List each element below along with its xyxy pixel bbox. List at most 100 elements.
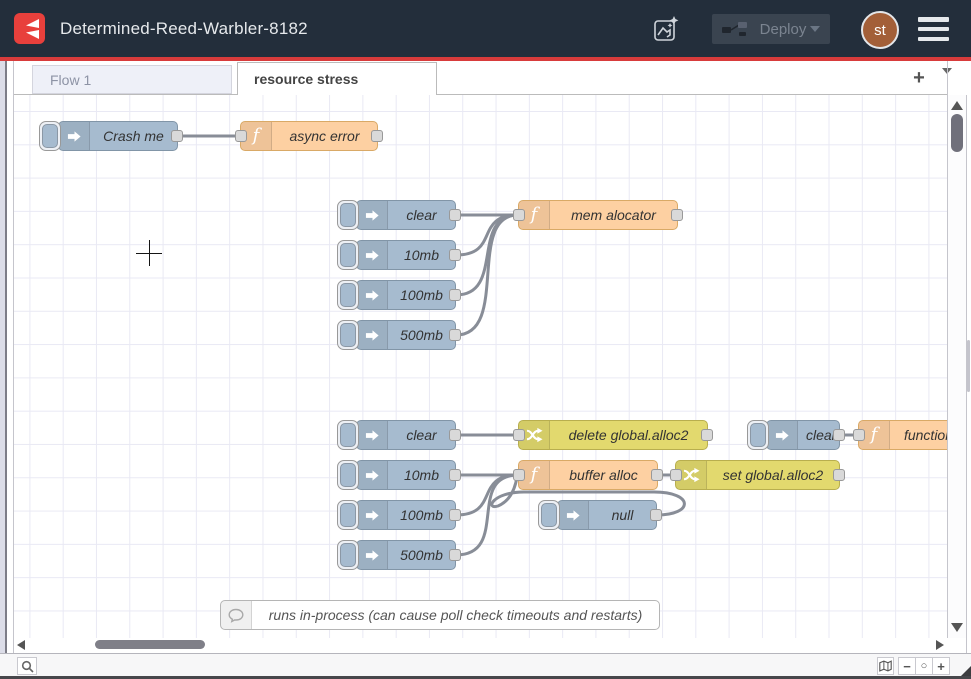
vertical-scrollbar-thumb[interactable] xyxy=(951,114,963,152)
inject-button-face xyxy=(42,124,58,148)
node-port-out[interactable] xyxy=(833,469,845,481)
change-shuffle-icon xyxy=(683,467,700,483)
sidebar-grip[interactable] xyxy=(967,340,970,392)
image-sparkle-icon xyxy=(651,14,681,44)
zoom-in-button[interactable]: + xyxy=(932,657,950,675)
flow-canvas[interactable]: Crash me fasync error clear 10mb 100mb 500mb f… xyxy=(14,95,948,638)
horizontal-scrollbar-thumb[interactable] xyxy=(95,640,205,649)
node-inject-100mb[interactable]: 100mb xyxy=(356,500,456,530)
inject-icon-area xyxy=(357,281,388,309)
main-menu-button[interactable] xyxy=(918,17,949,41)
ai-image-button[interactable] xyxy=(650,14,682,44)
node-label: set global.alloc2 xyxy=(707,461,839,489)
function-icon: f xyxy=(531,206,538,224)
node-inject-clear[interactable]: clear xyxy=(766,420,840,450)
node-inject-10mb[interactable]: 10mb xyxy=(356,240,456,270)
node-function-buffer-alloc[interactable]: fbuffer alloc xyxy=(518,460,658,490)
node-function-mem-alocator[interactable]: fmem alocator xyxy=(518,200,678,230)
inject-button[interactable] xyxy=(337,280,359,310)
node-port-out[interactable] xyxy=(651,469,663,481)
node-label: delete global.alloc2 xyxy=(550,421,707,449)
zoom-out-button[interactable]: − xyxy=(898,657,916,675)
node-port-out[interactable] xyxy=(701,429,713,441)
node-inject-500mb[interactable]: 500mb xyxy=(356,540,456,570)
inject-button[interactable] xyxy=(538,500,560,530)
node-function-function[interactable]: ffunction xyxy=(858,420,948,450)
app-logo-icon[interactable] xyxy=(14,13,45,44)
node-port-out[interactable] xyxy=(449,429,461,441)
inject-button[interactable] xyxy=(337,240,359,270)
node-label: clear xyxy=(388,201,455,229)
node-port-in[interactable] xyxy=(513,469,525,481)
inject-button[interactable] xyxy=(337,460,359,490)
inject-button[interactable] xyxy=(337,500,359,530)
inject-button-face xyxy=(750,423,766,447)
inject-arrow-icon xyxy=(365,248,380,263)
wires-layer xyxy=(14,95,948,638)
node-port-in[interactable] xyxy=(235,130,247,142)
node-port-out[interactable] xyxy=(449,509,461,521)
node-port-in[interactable] xyxy=(853,429,865,441)
scroll-up-arrow[interactable] xyxy=(951,101,963,110)
node-port-out[interactable] xyxy=(671,209,683,221)
user-avatar[interactable]: st xyxy=(861,11,899,49)
deploy-caret-icon[interactable] xyxy=(810,26,820,32)
comment-bubble-icon xyxy=(228,608,244,623)
node-inject-500mb[interactable]: 500mb xyxy=(356,320,456,350)
node-port-out[interactable] xyxy=(449,329,461,341)
node-port-out[interactable] xyxy=(171,130,183,142)
node-comment-runs-in-process-can-cause-poll[interactable]: runs in-process (can cause poll check ti… xyxy=(220,600,660,630)
node-change-set-global-alloc2[interactable]: set global.alloc2 xyxy=(675,460,840,490)
navigator-button[interactable] xyxy=(877,657,894,675)
node-function-async-error[interactable]: fasync error xyxy=(240,121,378,151)
deploy-button[interactable]: Deploy xyxy=(712,14,830,44)
inject-icon-area xyxy=(357,321,388,349)
canvas-left-border xyxy=(13,61,14,653)
inject-button[interactable] xyxy=(337,320,359,350)
burger-bar xyxy=(918,17,949,22)
node-port-out[interactable] xyxy=(371,130,383,142)
node-inject-10mb[interactable]: 10mb xyxy=(356,460,456,490)
inject-button[interactable] xyxy=(747,420,769,450)
node-label: runs in-process (can cause poll check ti… xyxy=(252,601,659,629)
inject-button[interactable] xyxy=(337,420,359,450)
header-bar: Determined-Reed-Warbler-8182 Deploy st xyxy=(0,0,971,57)
node-label: 500mb xyxy=(388,541,455,569)
node-inject-clear[interactable]: clear xyxy=(356,200,456,230)
function-icon: f xyxy=(253,127,260,145)
node-label: buffer alloc xyxy=(550,461,657,489)
node-port-out[interactable] xyxy=(650,509,662,521)
node-port-in[interactable] xyxy=(670,469,682,481)
node-inject-clear[interactable]: clear xyxy=(356,420,456,450)
scroll-down-arrow[interactable] xyxy=(951,623,963,632)
zoom-reset-button[interactable]: ○ xyxy=(915,657,933,675)
inject-arrow-icon xyxy=(365,468,380,483)
left-edge-divider xyxy=(5,61,7,676)
tab-flow-1[interactable]: Flow 1 xyxy=(32,65,232,94)
node-inject-null[interactable]: null xyxy=(557,500,657,530)
node-label: 10mb xyxy=(388,461,455,489)
node-port-out[interactable] xyxy=(449,249,461,261)
node-inject-crash-me[interactable]: Crash me xyxy=(58,121,178,151)
inject-button-face xyxy=(340,463,356,487)
vertical-scrollbar[interactable] xyxy=(948,95,966,638)
search-flows-button[interactable] xyxy=(17,657,37,675)
scroll-right-arrow[interactable] xyxy=(936,640,944,650)
node-inject-100mb[interactable]: 100mb xyxy=(356,280,456,310)
inject-button[interactable] xyxy=(337,200,359,230)
scroll-left-arrow[interactable] xyxy=(17,640,25,650)
node-port-out[interactable] xyxy=(449,209,461,221)
node-port-out[interactable] xyxy=(449,469,461,481)
node-port-in[interactable] xyxy=(513,209,525,221)
node-port-out[interactable] xyxy=(449,549,461,561)
node-change-delete-global-alloc2[interactable]: delete global.alloc2 xyxy=(518,420,708,450)
logo-chevrons-icon xyxy=(19,18,41,40)
tab-resource-stress[interactable]: resource stress xyxy=(237,62,437,95)
node-port-in[interactable] xyxy=(513,429,525,441)
node-port-out[interactable] xyxy=(449,289,461,301)
node-port-out[interactable] xyxy=(833,429,845,441)
add-flow-button[interactable]: + xyxy=(905,64,933,92)
search-icon xyxy=(21,660,34,673)
inject-button[interactable] xyxy=(337,540,359,570)
inject-button[interactable] xyxy=(39,121,61,151)
